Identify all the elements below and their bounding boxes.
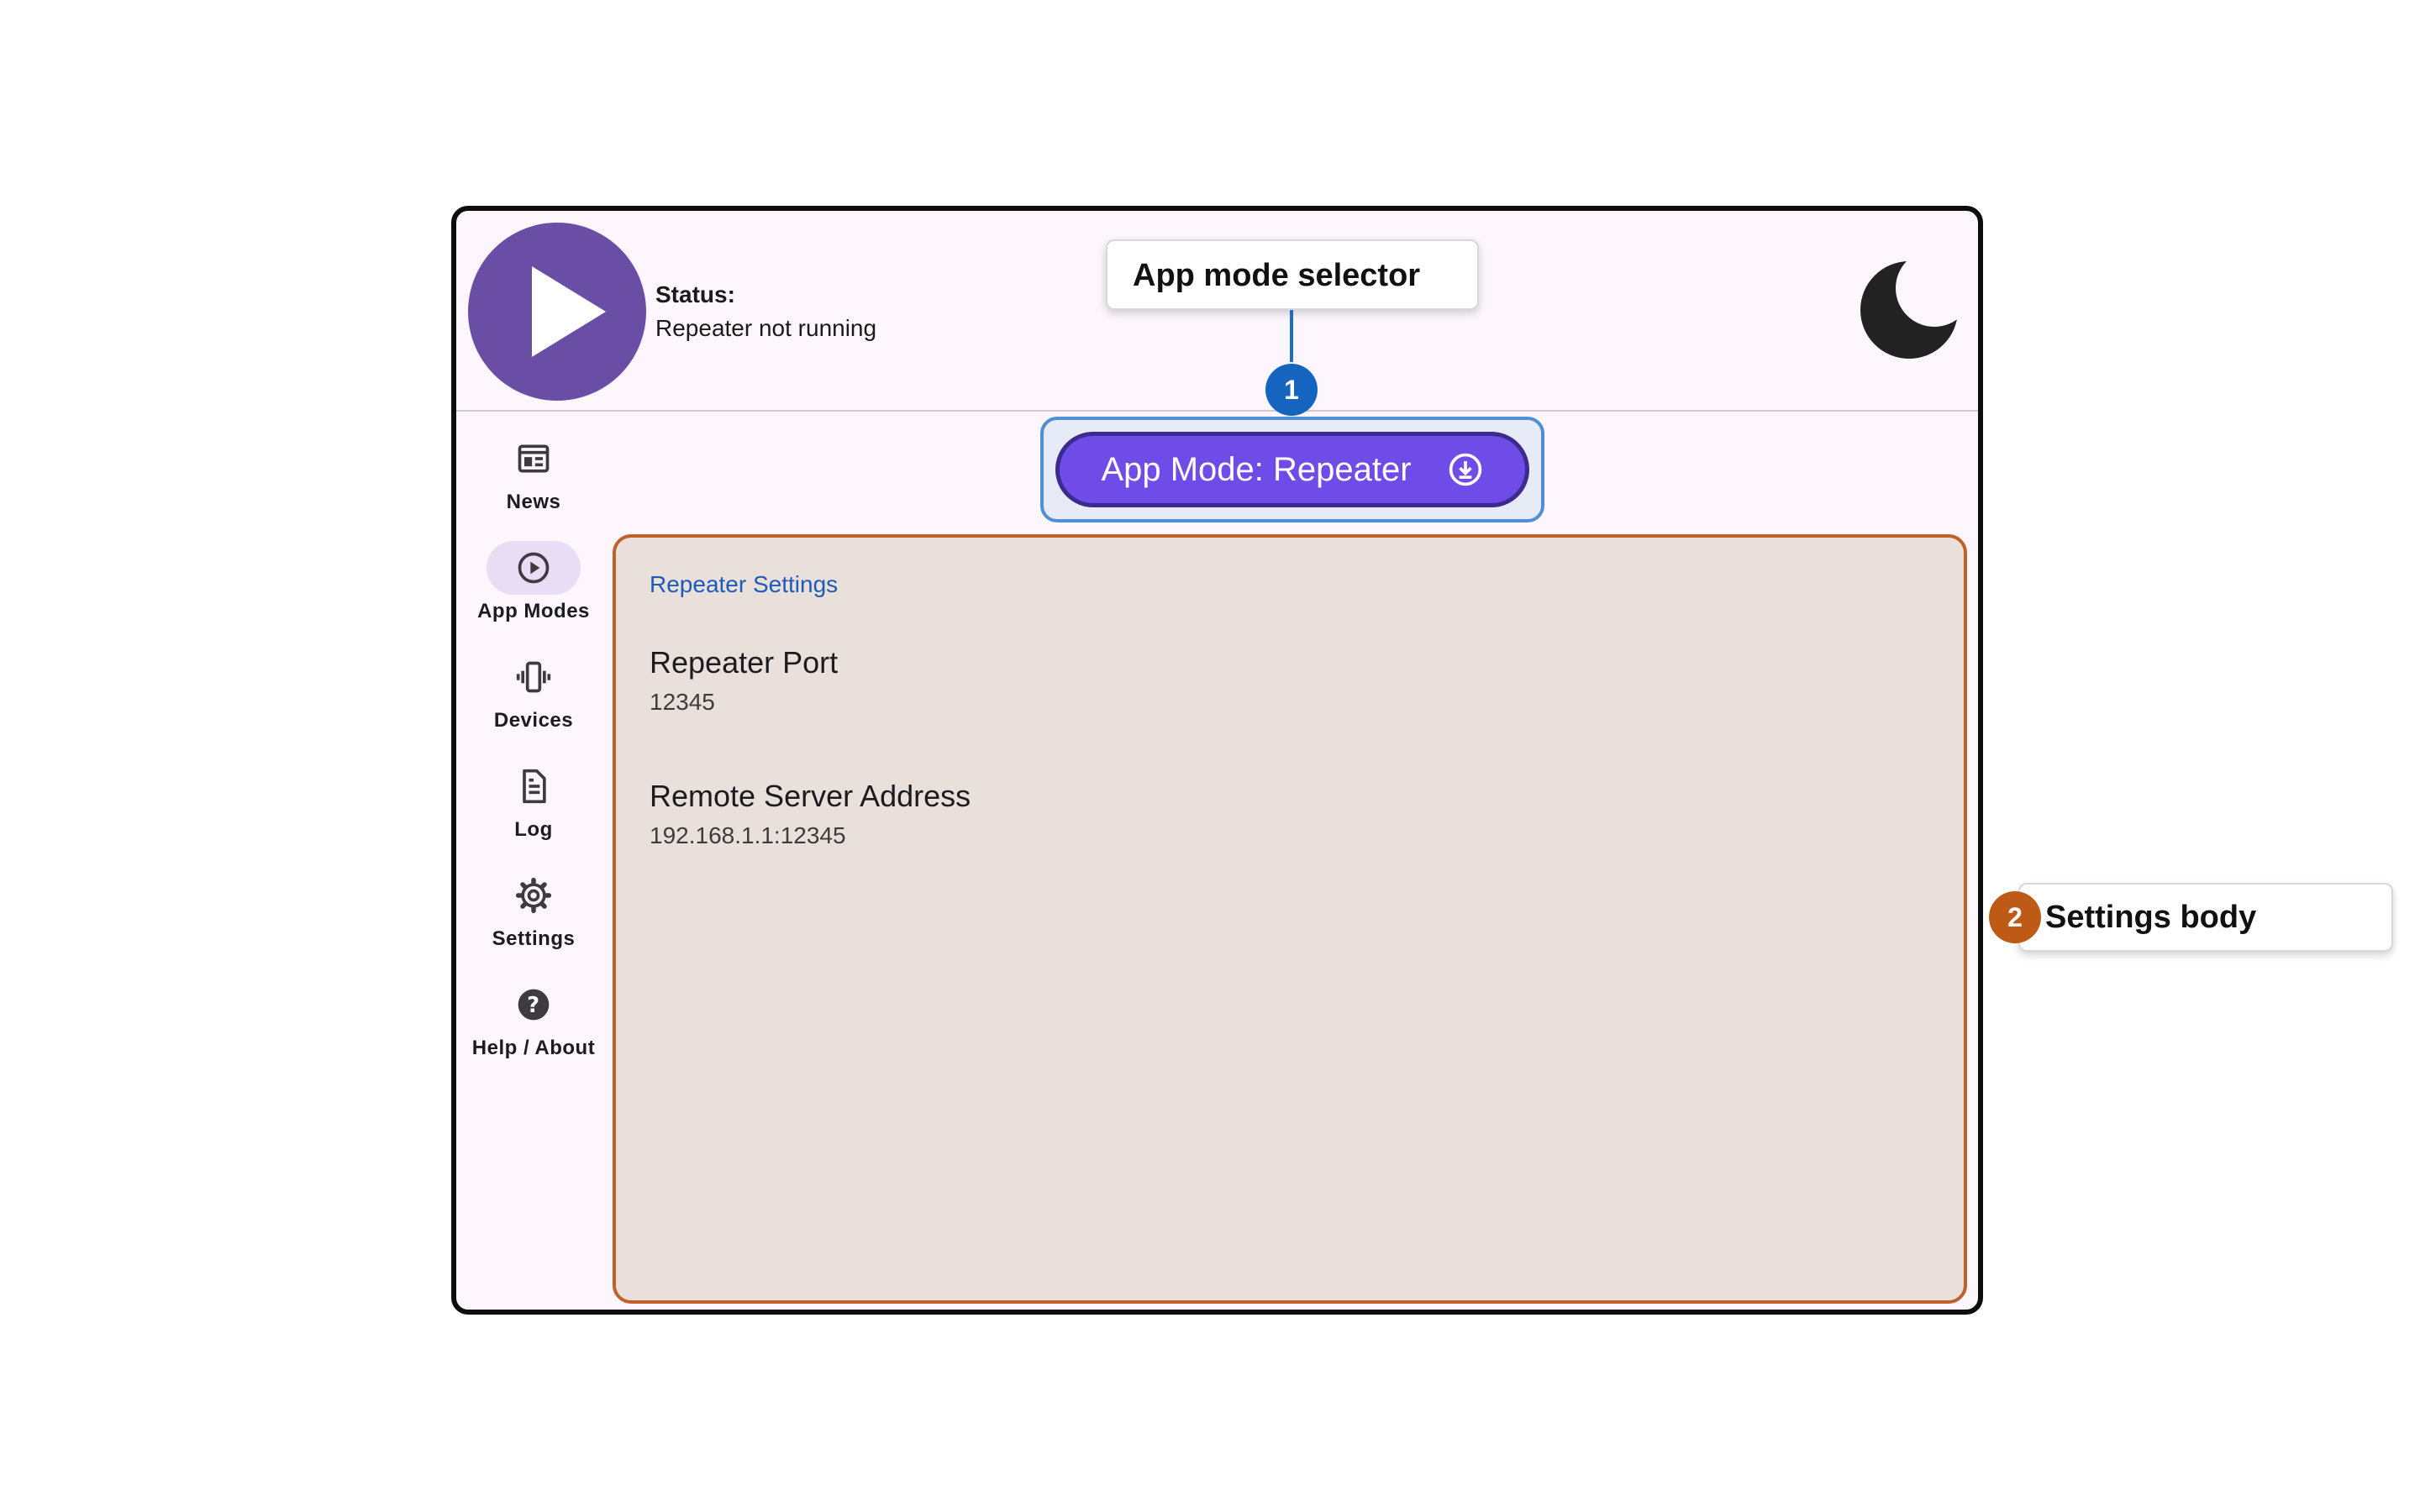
setting-value: 192.168.1.1:12345 — [650, 822, 846, 848]
sidebar-item-label: Devices — [493, 709, 574, 732]
annotation-callout-1: App mode selector — [1106, 239, 1479, 310]
document-icon — [523, 769, 546, 804]
moon-icon — [1860, 261, 1958, 359]
gear-icon — [515, 877, 552, 914]
app-window: Status: Repeater not running News App Mo… — [451, 206, 1983, 1315]
annotation-badge-2: 2 — [1989, 891, 2041, 943]
start-button[interactable] — [468, 223, 646, 401]
status-label: Status: — [655, 281, 735, 307]
setting-title: Repeater Port — [650, 645, 839, 680]
annotation-callout-2: Settings body — [2018, 883, 2393, 952]
download-circle-icon — [1449, 453, 1481, 486]
help-icon: ? — [518, 989, 550, 1021]
sidebar-item-news[interactable]: News — [456, 432, 611, 524]
status-text: Repeater not running — [655, 315, 877, 341]
sidebar-item-label: Log — [514, 818, 553, 841]
svg-text:?: ? — [527, 993, 540, 1018]
sidebar-item-label: Help / About — [471, 1037, 596, 1059]
settings-body: Repeater Settings Repeater Port 12345 Re… — [613, 534, 1967, 1304]
annotation-connector — [1290, 310, 1293, 362]
sidebar-item-app-modes[interactable]: App Modes — [456, 541, 611, 633]
setting-value: 12345 — [650, 689, 715, 715]
sidebar-nav: News App Modes Devices Log Settings ? He… — [456, 412, 611, 1310]
dark-mode-toggle[interactable] — [1860, 258, 1965, 362]
sidebar-item-label: App Modes — [477, 600, 590, 622]
sidebar-item-settings[interactable]: Settings — [456, 869, 611, 961]
sidebar-item-help-about[interactable]: ? Help / About — [456, 978, 611, 1070]
news-icon — [518, 444, 550, 473]
app-mode-label: App Mode: Repeater — [1101, 450, 1412, 488]
sidebar-item-devices[interactable]: Devices — [456, 650, 611, 743]
app-mode-dropdown[interactable]: App Mode: Repeater — [1055, 432, 1529, 507]
setting-title: Remote Server Address — [650, 779, 971, 813]
annotation-label: App mode selector — [1133, 258, 1421, 293]
sidebar-item-label: Settings — [492, 927, 576, 950]
app-mode-selector-highlight: App Mode: Repeater — [1040, 417, 1544, 522]
sidebar-item-log[interactable]: Log — [456, 759, 611, 852]
annotation-label: Settings body — [2045, 900, 2257, 935]
sidebar-item-label: News — [506, 491, 561, 513]
play-circle-icon — [518, 552, 550, 584]
play-icon — [532, 266, 606, 357]
settings-section-title: Repeater Settings — [650, 571, 839, 597]
vibration-icon — [516, 661, 551, 693]
status-panel: Status: Repeater not running — [655, 278, 876, 345]
annotation-badge-1: 1 — [1265, 364, 1318, 416]
